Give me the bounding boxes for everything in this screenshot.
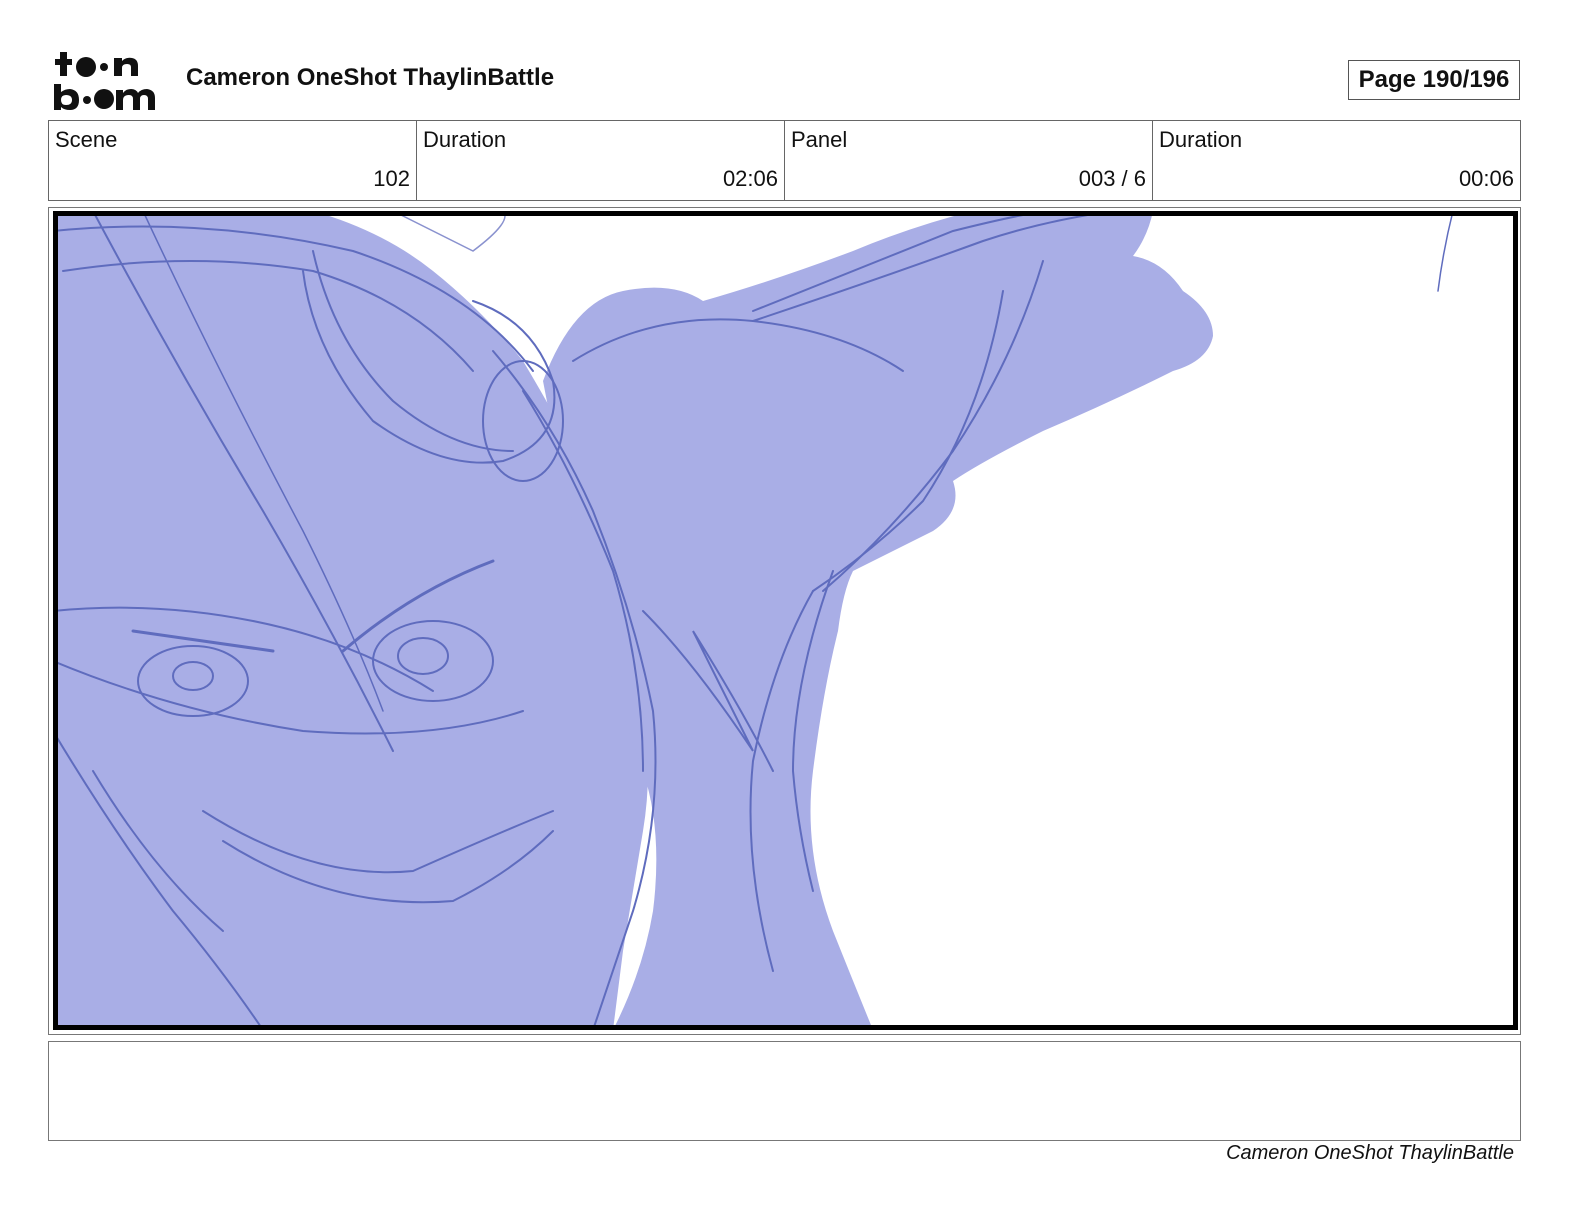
- scene-duration-label: Duration: [423, 127, 507, 152]
- toonboom-logo-mark: [54, 52, 155, 110]
- scene-duration-cell: Duration 02:06: [417, 121, 785, 200]
- panel-notes-box: [48, 1041, 1521, 1141]
- toonboom-logo: [52, 50, 164, 112]
- document-title: Cameron OneShot ThaylinBattle: [186, 64, 555, 91]
- scene-value: 102: [373, 166, 410, 191]
- panel-value: 003 / 6: [1078, 166, 1146, 191]
- panel-duration-cell: Duration 00:06: [1153, 121, 1520, 200]
- panel-label: Panel: [791, 127, 848, 152]
- panel-duration-value: 00:06: [1458, 166, 1514, 191]
- page-indicator: Page 190/196: [1348, 60, 1520, 100]
- panel-cell: Panel 003 / 6: [785, 121, 1153, 200]
- scene-label: Scene: [55, 127, 118, 152]
- scene-duration-value: 02:06: [722, 166, 778, 191]
- footer-project-name: Cameron OneShot ThaylinBattle: [1226, 1142, 1514, 1164]
- scene-info-table: Scene 102 Duration 02:06 Panel 003 / 6 D…: [48, 120, 1521, 201]
- storyboard-panel-sketch: [53, 211, 1518, 1030]
- panel-duration-label: Duration: [1159, 127, 1243, 152]
- scene-cell: Scene 102: [49, 121, 417, 200]
